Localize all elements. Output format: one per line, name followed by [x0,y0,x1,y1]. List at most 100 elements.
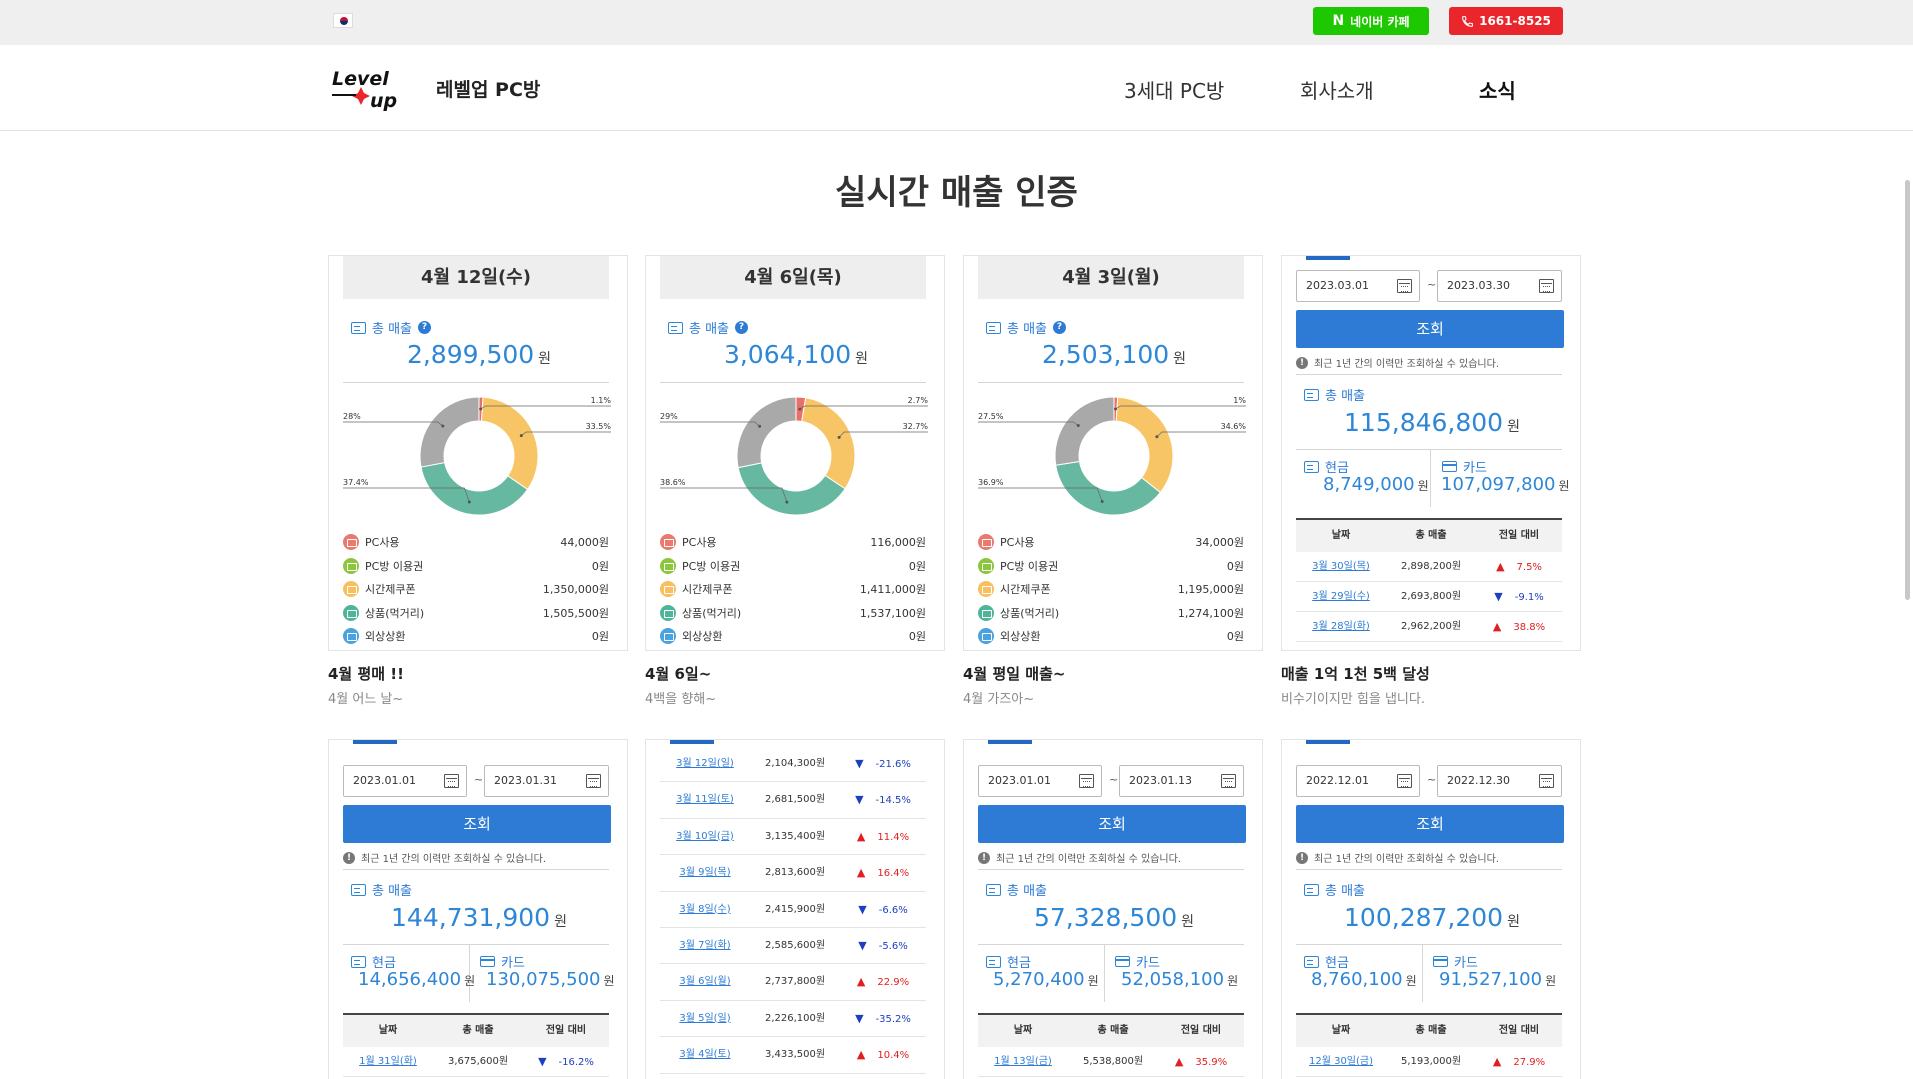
row-compare: ▲ 38.8% [1476,612,1562,643]
row-date-link[interactable]: 12월 30일(금) [1296,1047,1386,1077]
row-date-link[interactable]: 1월 13일(금) [978,1047,1068,1077]
row-change: -35.2% [875,1013,911,1025]
cash-amount: 14,656,400 [358,969,462,990]
row-change: 16.4% [877,868,910,880]
total-sales-value: 57,328,500 원 [964,903,1262,932]
total-sales-value: 144,731,900 원 [329,903,627,932]
leader-dot-pc [798,407,802,411]
table-row: 3월 10일(금) 3,135,400원 ▲ 11.4% [660,819,926,856]
cash-icon [986,955,1001,968]
donut-slice-other [736,396,797,469]
start-date-input[interactable]: 2022.12.01 [1296,765,1420,797]
row-date-link[interactable]: 3월 5일(일) [660,1001,750,1037]
calendar-icon[interactable] [1539,279,1554,293]
row-total: 3,433,500원 [764,1049,826,1061]
card-amount: 91,527,100 [1439,969,1543,990]
calendar-icon[interactable] [1397,774,1412,788]
row-total: 2,415,900원 [764,903,826,915]
calendar-icon[interactable] [586,774,601,788]
row-date-link[interactable]: 3월 7일(화) [660,928,750,964]
caption-title[interactable]: 4월 평매 !! [328,663,404,684]
category-icon [660,604,676,621]
row-date-link[interactable]: 3월 12일(일) [660,746,750,782]
help-icon[interactable]: ? [735,321,749,334]
category-amount: 116,000원 [870,536,926,549]
calendar-icon[interactable] [1079,774,1094,788]
start-date-input[interactable]: 2023.01.01 [343,765,467,797]
row-change: 38.8% [1513,622,1546,633]
top-bar: N 네이버 카페 1661-8525 [0,0,1913,45]
legend-row: PC사용 44,000원 [343,533,609,551]
leader-dot-other [441,424,445,428]
legend-row: 외상상환 0원 [660,627,926,645]
arrow-up-icon: ▲ [1492,1055,1502,1068]
notice: ! 최근 1년 간의 이력만 조회하실 수 있습니다. [1296,355,1499,370]
search-button[interactable]: 조회 [1296,310,1564,348]
category-label: PC방 이용권 [682,559,741,573]
row-compare: ▼ -16.2% [523,1047,609,1078]
category-label: 시간제쿠폰 [1000,583,1051,596]
leader-line-coupon [838,431,928,438]
split-divider [1422,944,1423,1002]
card-date: 4월 6일(목) [660,256,926,299]
category-icon [343,604,359,621]
search-button[interactable]: 조회 [978,805,1246,843]
calendar-icon[interactable] [444,774,459,788]
search-button[interactable]: 조회 [343,805,611,843]
won-unit: 원 [1417,479,1429,493]
naver-cafe-button[interactable]: N 네이버 카페 [1313,7,1429,35]
row-date-link[interactable]: 1월 31일(화) [343,1047,433,1077]
page-scrollbar[interactable] [1905,180,1910,600]
category-icon [660,628,676,644]
arrow-up-icon: ▲ [1492,620,1502,633]
calendar-icon[interactable] [1539,774,1554,788]
korea-flag-icon[interactable] [333,13,353,28]
total-label-text: 총 매출 [1325,389,1366,404]
daily-sales-card: 4월 3일(월) 총 매출? 2,503,100 원 1% 34.6% 36.9% 27.5%… [963,255,1263,651]
table-row: 3월 28일(화) 2,962,200원 ▲ 38.8% [1296,612,1562,642]
help-icon[interactable]: ? [418,321,432,334]
row-date-link[interactable]: 3월 4일(토) [660,1037,750,1073]
row-date-link[interactable]: 3월 6일(월) [660,964,750,1000]
caption-title[interactable]: 4월 평일 매출~ [963,663,1065,684]
levelup-logo[interactable]: Level up [330,63,418,113]
divider [660,382,926,383]
row-change: -21.6% [875,759,911,770]
nav-3rd-gen-pcbang[interactable]: 3세대 PC방 [1124,75,1224,104]
row-change: -16.2% [558,1057,594,1068]
end-date-input[interactable]: 2023.03.30 [1437,270,1562,302]
end-date-input[interactable]: 2023.01.13 [1119,765,1244,797]
row-total: 2,898,200원 [1400,561,1462,572]
caption-title[interactable]: 매출 1억 1천 5백 달성 [1281,663,1430,684]
row-date-link[interactable]: 3월 30일(목) [1296,552,1386,582]
total-sales-label: 총 매출? [668,318,749,337]
start-date-input[interactable]: 2023.03.01 [1296,270,1420,302]
row-date-link[interactable]: 3월 9일(목) [660,855,750,891]
start-date-input[interactable]: 2023.01.01 [978,765,1102,797]
category-label: 외상상환 [682,630,723,643]
end-date-input[interactable]: 2023.01.31 [484,765,609,797]
notice-text: 최근 1년 간의 이력만 조회하실 수 있습니다. [1314,854,1500,865]
col-date: 날짜 [1331,530,1351,541]
row-date-link[interactable]: 3월 29일(수) [1296,582,1386,612]
row-date-link[interactable]: 3월 11일(토) [660,782,750,818]
help-icon[interactable]: ? [1053,321,1067,334]
category-icon [660,534,676,550]
pct-label-pc: 1.1% [591,396,612,405]
category-amount: 0원 [591,559,609,573]
legend-row: PC방 이용권 0원 [343,557,609,575]
search-button[interactable]: 조회 [1296,805,1564,843]
caption-title[interactable]: 4월 6일~ [645,663,711,684]
nav-company-intro[interactable]: 회사소개 [1300,75,1374,104]
calendar-icon[interactable] [1397,279,1412,293]
phone-button[interactable]: 1661-8525 [1449,7,1563,35]
end-date-input[interactable]: 2022.12.30 [1437,765,1562,797]
table-row: 3월 11일(토) 2,681,500원 ▼ -14.5% [660,782,926,819]
calendar-icon[interactable] [1221,774,1236,788]
nav-news[interactable]: 소식 [1479,75,1516,104]
row-date-link[interactable]: 3월 28일(화) [1296,612,1386,642]
card-amount: 52,058,100 [1121,969,1225,990]
row-date-link[interactable]: 3월 10일(금) [660,819,750,855]
row-date-link[interactable]: 3월 8일(수) [660,892,750,928]
row-compare: ▲ 7.5% [1476,552,1562,583]
